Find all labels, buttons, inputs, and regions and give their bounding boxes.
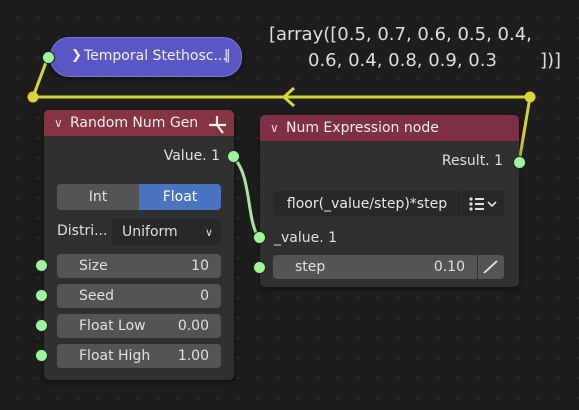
chevron-down-icon[interactable]: ∨ (54, 116, 70, 130)
chevron-right-icon[interactable]: ❯ (71, 48, 82, 63)
float-low-field[interactable]: Float Low 0.00 (57, 314, 221, 338)
float-low-input-socket[interactable] (35, 319, 48, 332)
viewer-output-line-3: ])] (540, 50, 562, 71)
reroute-dot-left (27, 91, 39, 103)
stethoscope-input-socket[interactable] (42, 51, 55, 64)
pin-icon: ‖ (224, 48, 231, 63)
size-input-socket[interactable] (35, 259, 48, 272)
value-input-socket[interactable] (253, 231, 266, 244)
random-value-output-socket[interactable] (227, 150, 240, 163)
expr-output-label: Result. 1 (441, 153, 503, 169)
size-value: 10 (191, 258, 209, 274)
step-field[interactable]: step 0.10 (273, 255, 477, 279)
stethoscope-node-label: Temporal Stethosc... (84, 48, 227, 64)
curve-icon (483, 260, 498, 274)
step-input-socket[interactable] (253, 261, 266, 274)
step-label: step (295, 259, 326, 275)
expr-result-output-socket[interactable] (513, 156, 526, 169)
expr-node-title: Num Expression node (286, 120, 439, 136)
expr-node-header[interactable]: ∨ Num Expression node (260, 115, 519, 141)
viewer-output-line-2: 0.6, 0.4, 0.8, 0.9, 0.3 (308, 50, 497, 71)
seed-value: 0 (200, 288, 209, 304)
float-high-value: 1.00 (177, 348, 209, 364)
random-num-gen-node[interactable]: ∨ Random Num Gen Value. 1 Int Float Dist… (44, 110, 234, 380)
curve-button[interactable] (478, 255, 504, 279)
seed-field[interactable]: Seed 0 (57, 284, 221, 308)
link-value-to-expr (231, 155, 261, 239)
pin-node-icon[interactable] (206, 113, 228, 135)
mode-int-button[interactable]: Int (57, 184, 139, 210)
float-high-input-socket[interactable] (35, 349, 48, 362)
chevron-down-icon[interactable]: ∨ (270, 121, 286, 135)
distribution-dropdown[interactable]: Uniform ∨ (112, 219, 221, 245)
step-value: 0.10 (433, 259, 465, 275)
random-output-label: Value. 1 (163, 148, 220, 164)
mode-float-button[interactable]: Float (139, 184, 221, 210)
value-input-label: _value. 1 (274, 230, 338, 246)
list-menu-icon (469, 196, 497, 211)
temporal-stethoscope-node[interactable]: ❯ Temporal Stethosc... ‖ (50, 37, 242, 77)
expression-menu-button[interactable] (462, 191, 504, 216)
float-low-label: Float Low (79, 318, 146, 334)
float-high-field[interactable]: Float High 1.00 (57, 344, 221, 368)
size-label: Size (79, 258, 108, 274)
random-node-title: Random Num Gen (70, 115, 199, 131)
viewer-output-line-1: [array([0.5, 0.7, 0.6, 0.5, 0.4, (269, 24, 532, 45)
float-high-label: Float High (79, 348, 151, 364)
node-editor-canvas[interactable]: [array([0.5, 0.7, 0.6, 0.5, 0.4, 0.6, 0.… (0, 0, 579, 410)
reroute-dot-right (524, 91, 536, 103)
expression-input[interactable]: floor(_value/step)*step (273, 191, 461, 216)
link-direction-arrow (282, 86, 296, 108)
num-expression-node[interactable]: ∨ Num Expression node Result. 1 floor(_v… (260, 115, 519, 287)
seed-input-socket[interactable] (35, 289, 48, 302)
distribution-label: Distri... (57, 223, 108, 239)
size-field[interactable]: Size 10 (57, 254, 221, 278)
chevron-down-icon: ∨ (204, 225, 213, 239)
distribution-value: Uniform (122, 224, 178, 240)
float-low-value: 0.00 (177, 318, 209, 334)
expression-text: floor(_value/step)*step (286, 195, 448, 212)
seed-label: Seed (79, 288, 114, 304)
mode-toggle: Int Float (57, 184, 221, 210)
